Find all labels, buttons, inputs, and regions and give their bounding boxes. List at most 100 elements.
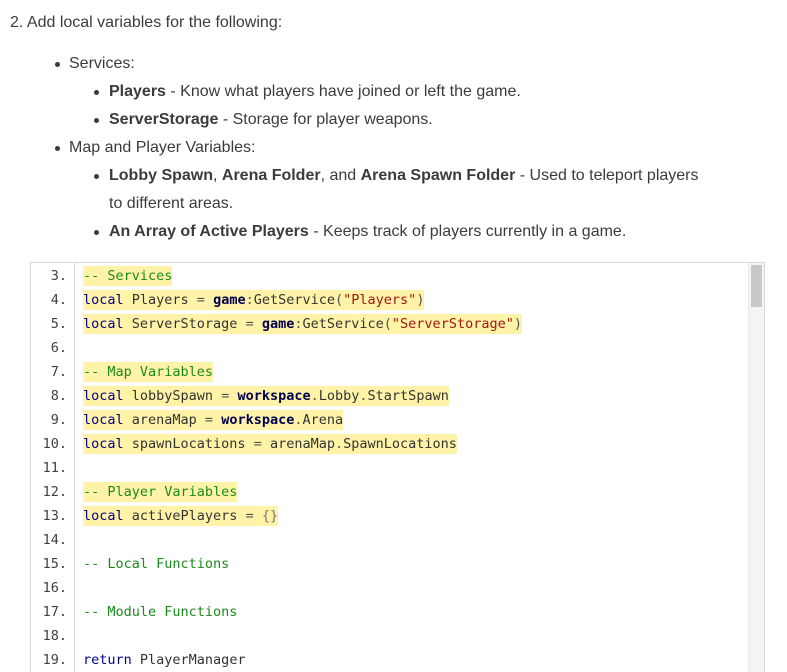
code-token: . <box>294 412 303 428</box>
code-token: = <box>253 436 262 452</box>
code-text: -- Local Functions <box>83 554 229 574</box>
code-token: "ServerStorage" <box>391 316 514 332</box>
code-line: 19. return PlayerManager <box>31 648 749 672</box>
code-token: ) <box>416 292 425 308</box>
term-description: - Used to teleport players <box>515 167 699 184</box>
code-token: {} <box>261 508 279 524</box>
scrollbar-thumb[interactable] <box>751 265 762 307</box>
code-token: ServerStorage <box>123 316 246 332</box>
code-line: 11. <box>31 456 749 480</box>
code-token: -- Services <box>83 268 173 284</box>
code-token: GetService <box>302 316 384 332</box>
separator-text: , <box>213 167 222 184</box>
term-active-players: An Array of Active Players <box>109 223 309 240</box>
term-lobby-spawn: Lobby Spawn <box>109 167 213 184</box>
code-token: = <box>245 316 254 332</box>
code-token: local <box>83 292 124 308</box>
code-line: 14. <box>31 528 749 552</box>
code-token: activePlayers <box>123 508 246 524</box>
highlighted-code: -- Map Variables <box>83 362 214 382</box>
code-line: 15. -- Local Functions <box>31 552 749 576</box>
bullet-players: Players - Know what players have joined … <box>109 81 521 103</box>
code-token: = <box>245 508 254 524</box>
code-token: ( <box>383 316 392 332</box>
line-number: 11. <box>42 460 67 476</box>
bullet-continuation: to different areas. <box>109 195 234 212</box>
code-token: StartSpawn <box>367 388 449 404</box>
highlighted-code: local lobbySpawn = workspace.Lobby.Start… <box>83 386 449 406</box>
scrollbar[interactable] <box>748 263 764 672</box>
line-number: 6. <box>50 340 67 356</box>
code-line: 3. -- Services <box>31 264 749 288</box>
code-line: 8. local lobbySpawn = workspace.Lobby.Sta… <box>31 384 749 408</box>
code-block[interactable]: 3. -- Services 4. local Players = game:GetS… <box>30 262 765 672</box>
line-number: 7. <box>50 364 67 380</box>
bullet-lobby-arena: Lobby Spawn, Arena Folder, and Arena Spa… <box>109 165 699 187</box>
line-number: 17. <box>42 604 67 620</box>
code-token: PlayerManager <box>131 652 246 668</box>
line-number: 18. <box>42 628 67 644</box>
code-line: 4. local Players = game:GetService("Playe… <box>31 288 749 312</box>
highlighted-code: local spawnLocations = arenaMap.SpawnLoc… <box>83 434 457 454</box>
term-description: - Storage for player weapons. <box>218 111 433 128</box>
line-number: 9. <box>50 412 67 428</box>
term-arena-spawn-folder: Arena Spawn Folder <box>360 167 516 184</box>
term-players: Players <box>109 83 166 100</box>
line-number: 5. <box>50 316 67 332</box>
term-description: - Know what players have joined or left … <box>165 83 521 100</box>
code-token: GetService <box>253 292 336 308</box>
line-number: 4. <box>50 292 67 308</box>
code-token: SpawnLocations <box>343 436 457 452</box>
code-line: 10. local spawnLocations = arenaMap.Spawn… <box>31 432 749 456</box>
highlighted-code: local arenaMap = workspace.Arena <box>83 410 344 430</box>
code-line: 6. <box>31 336 749 360</box>
bullet-label: Services: <box>69 55 135 72</box>
code-token: spawnLocations <box>123 436 254 452</box>
code-token: = <box>204 412 214 428</box>
line-number: 19. <box>42 652 67 668</box>
code-token: local <box>83 412 124 428</box>
code-token: local <box>83 436 124 452</box>
line-number: 13. <box>42 508 67 524</box>
bullet-dot <box>94 174 99 179</box>
bullet-dot <box>94 118 99 123</box>
code-token: = <box>196 292 205 308</box>
line-number: 12. <box>42 484 67 500</box>
line-number: 15. <box>42 556 67 572</box>
code-token: local <box>83 316 124 332</box>
separator-text: , and <box>320 167 361 184</box>
code-token: -- Map Variables <box>83 364 214 380</box>
term-description: - Keeps track of players currently in a … <box>308 223 627 240</box>
code-text: -- Module Functions <box>83 602 237 622</box>
code-token: local <box>83 388 124 404</box>
bullet-dot <box>94 230 99 235</box>
code-token: workspace <box>237 388 311 404</box>
highlighted-code: -- Player Variables <box>83 482 238 502</box>
code-token: arenaMap <box>123 412 205 428</box>
code-text: return PlayerManager <box>83 650 246 670</box>
line-number: 8. <box>50 388 67 404</box>
code-token: "Players" <box>343 292 417 308</box>
code-token: Arena <box>302 412 344 428</box>
code-token: -- Local Functions <box>83 556 230 572</box>
code-line: 16. <box>31 576 749 600</box>
bullet-services: Services: <box>69 53 135 75</box>
bullet-active-players: An Array of Active Players - Keeps track… <box>109 221 626 243</box>
code-token: . <box>310 388 319 404</box>
bullet-label: Map and Player Variables: <box>69 139 256 156</box>
highlighted-code: local ServerStorage = game:GetService("S… <box>83 314 522 334</box>
bullet-map-player-variables: Map and Player Variables: <box>69 137 255 159</box>
term-arena-folder: Arena Folder <box>221 167 321 184</box>
code-token: -- Player Variables <box>83 484 238 500</box>
bullet-dot <box>55 62 60 67</box>
code-token: -- Module Functions <box>83 604 238 620</box>
line-number: 16. <box>42 580 67 596</box>
code-token: ( <box>335 292 344 308</box>
code-token: arenaMap <box>261 436 335 452</box>
line-number: 10. <box>42 436 67 452</box>
code-token: lobbySpawn <box>123 388 222 404</box>
